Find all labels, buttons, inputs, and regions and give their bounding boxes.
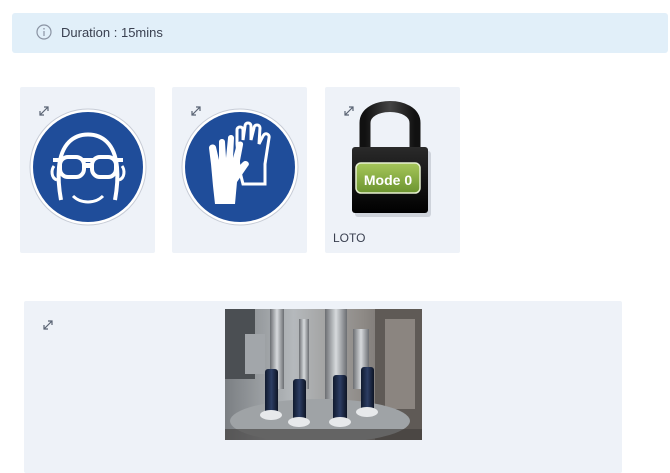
machine-photo[interactable] bbox=[225, 309, 422, 440]
ppe-card-gloves[interactable] bbox=[172, 87, 307, 253]
duration-text: Duration : 15mins bbox=[61, 25, 163, 40]
padlock-icon bbox=[352, 101, 431, 217]
ppe-card-loto[interactable]: Mode 0 LOTO bbox=[325, 87, 460, 253]
ppe-card-goggles[interactable] bbox=[20, 87, 155, 253]
loto-caption: LOTO bbox=[333, 231, 366, 245]
expand-icon[interactable] bbox=[41, 318, 55, 332]
safety-goggles-icon bbox=[29, 108, 147, 226]
media-card[interactable] bbox=[24, 301, 622, 473]
safety-gloves-icon bbox=[181, 108, 299, 226]
duration-banner: Duration : 15mins bbox=[12, 13, 668, 53]
loto-badge-text: Mode 0 bbox=[363, 172, 413, 188]
info-circle-icon bbox=[36, 24, 52, 40]
